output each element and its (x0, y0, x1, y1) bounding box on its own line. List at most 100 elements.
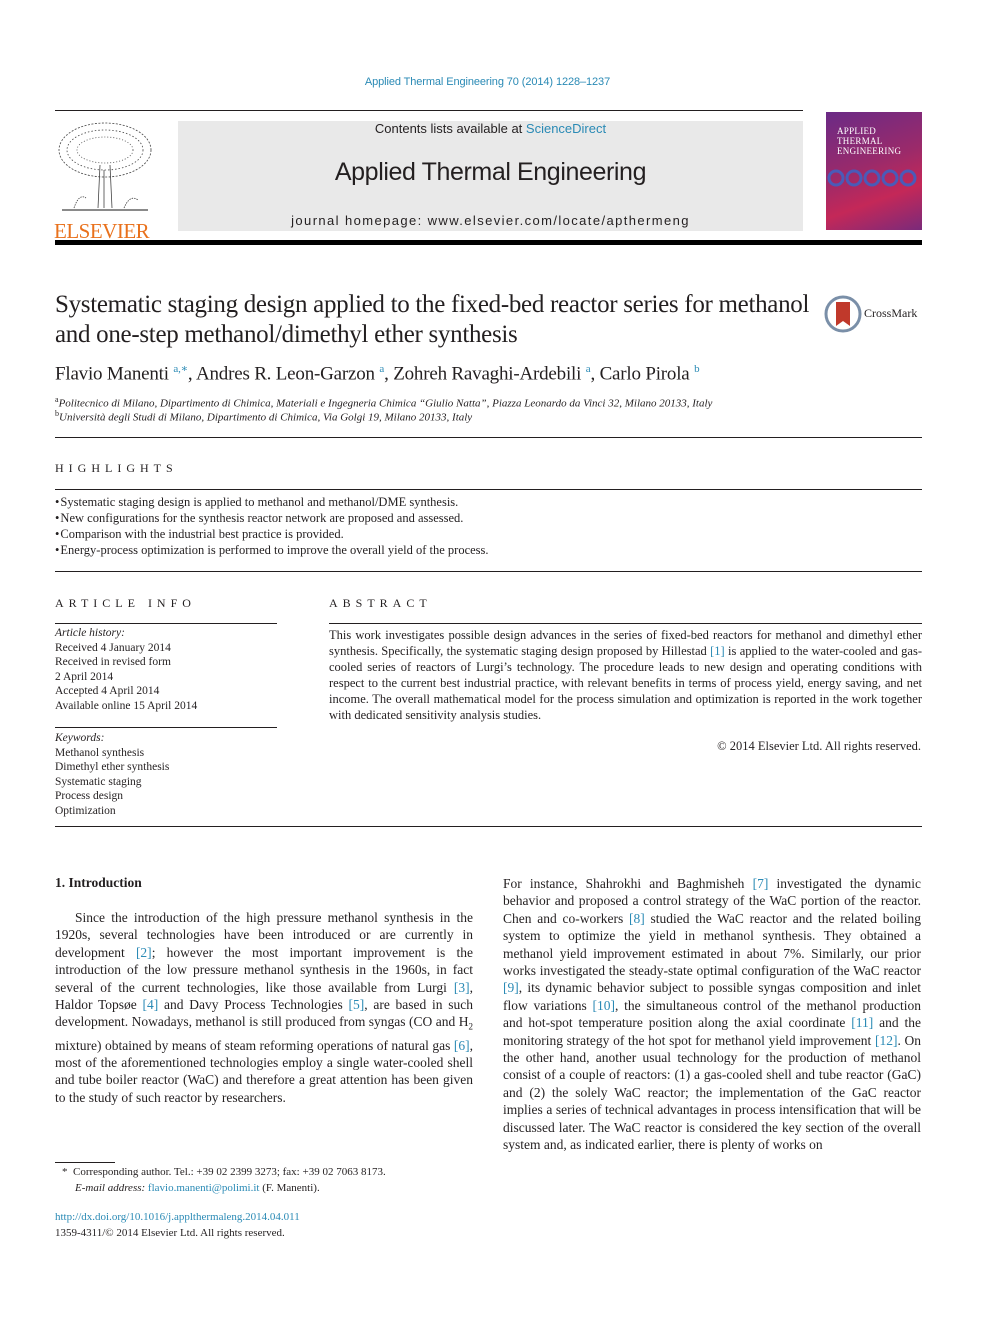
journal-cover[interactable]: APPLIED THERMAL ENGINEERING (826, 112, 922, 230)
affiliation-text: Università degli Studi di Milano, Dipart… (59, 411, 473, 424)
email-line: E-mail address: flavio.manenti@polimi.it… (62, 1181, 386, 1197)
doi-block: http://dx.doi.org/10.1016/j.applthermale… (55, 1210, 300, 1241)
divider (55, 727, 277, 728)
highlight-text: New configurations for the synthesis rea… (60, 511, 464, 525)
article-history: Article history: Received 4 January 2014… (55, 626, 197, 713)
divider (55, 571, 922, 572)
corresponding-author-note: * Corresponding author. Tel.: +39 02 239… (62, 1165, 386, 1181)
crossmark-label: CrossMark (864, 306, 918, 320)
article-info-heading: ARTICLE INFO (55, 596, 196, 610)
divider (329, 623, 922, 624)
history-label: Article history: (55, 627, 125, 639)
highlights-list: • Systematic staging design is applied t… (55, 494, 489, 558)
author-list: Flavio Manenti a,∗, Andres R. Leon-Garzo… (55, 363, 700, 385)
crossmark-badge[interactable]: CrossMark (824, 294, 924, 336)
sciencedirect-link[interactable]: ScienceDirect (526, 121, 606, 136)
cover-chain-graphic (827, 169, 917, 187)
author-affiliation-mark[interactable]: a (379, 363, 384, 375)
crossmark-icon (824, 295, 862, 333)
divider (55, 826, 922, 827)
email-label: E-mail address: (75, 1181, 146, 1194)
citation-link[interactable]: [7] (753, 876, 769, 891)
history-entry: Received in revised form (55, 656, 171, 668)
abstract-heading: ABSTRACT (329, 596, 432, 610)
cover-title-line: ENGINEERING (837, 146, 902, 156)
citation-link[interactable]: [3] (454, 980, 470, 995)
text-segment: mixture) obtained by means of steam refo… (55, 1037, 454, 1053)
journal-homepage[interactable]: journal homepage: www.elsevier.com/locat… (178, 213, 803, 228)
cover-title-line: THERMAL (837, 136, 883, 146)
journal-reference[interactable]: Applied Thermal Engineering 70 (2014) 12… (0, 76, 975, 88)
affiliation-text: Politecnico di Milano, Dipartimento di C… (58, 397, 713, 410)
section-heading: 1. Introduction (55, 875, 142, 890)
contents-prefix: Contents lists available at (374, 121, 526, 136)
tree-icon (58, 122, 152, 211)
body-column-left: Since the introduction of the high press… (55, 909, 473, 1106)
author[interactable]: Zohreh Ravaghi-Ardebili (393, 363, 581, 384)
author-affiliation-mark[interactable]: a (586, 363, 591, 375)
highlight-item: • New configurations for the synthesis r… (55, 511, 464, 525)
author[interactable]: Carlo Pirola (600, 363, 690, 384)
text-segment: . On the other hand, another usual techn… (503, 1032, 922, 1153)
affiliation: bUniversità degli Studi di Milano, Dipar… (55, 409, 472, 424)
author-affiliation-mark[interactable]: a,∗ (173, 363, 188, 375)
history-entry: Available online 15 April 2014 (55, 699, 198, 712)
doi-link[interactable]: http://dx.doi.org/10.1016/j.applthermale… (55, 1210, 300, 1226)
email-suffix: (F. Manenti). (259, 1181, 320, 1194)
highlight-text: Systematic staging design is applied to … (60, 495, 459, 509)
citation-link[interactable]: [9] (503, 980, 519, 995)
highlight-item: • Comparison with the industrial best pr… (55, 527, 344, 541)
text-segment: and Davy Process Technologies (158, 997, 349, 1013)
article-title: Systematic staging design applied to the… (55, 291, 810, 348)
highlight-item: • Systematic staging design is applied t… (55, 495, 459, 509)
cover-title: APPLIED THERMAL ENGINEERING (837, 126, 901, 156)
author[interactable]: Andres R. Leon-Garzon (196, 363, 375, 384)
text-segment: For instance, Shahrokhi and Baghmisheh (503, 876, 753, 891)
elsevier-wordmark: ELSEVIER (54, 219, 150, 243)
author[interactable]: Flavio Manenti (55, 363, 169, 384)
email-link[interactable]: flavio.manenti@polimi.it (148, 1182, 260, 1194)
highlight-text: Comparison with the industrial best prac… (60, 527, 344, 541)
citation-link[interactable]: [12] (875, 1033, 898, 1048)
issn-copyright: 1359-4311/© 2014 Elsevier Ltd. All right… (55, 1226, 285, 1239)
history-entry: Accepted 4 April 2014 (55, 685, 160, 697)
highlight-text: Energy-process optimization is performed… (60, 543, 489, 557)
citation-link[interactable]: [11] (851, 1015, 873, 1030)
keyword: Optimization (55, 804, 116, 817)
header-divider (55, 240, 922, 245)
footnote-text: Corresponding author. Tel.: +39 02 2399 … (73, 1166, 386, 1178)
keywords-label: Keywords: (55, 732, 105, 744)
abstract-text: This work investigates possible design a… (329, 627, 922, 723)
citation-link[interactable]: [2] (136, 945, 152, 960)
footnote-divider (55, 1162, 115, 1163)
body-column-right: For instance, Shahrokhi and Baghmisheh [… (503, 875, 921, 1154)
divider (55, 110, 803, 111)
highlight-item: • Energy-process optimization is perform… (55, 543, 489, 557)
citation-link[interactable]: [10] (592, 998, 615, 1013)
paragraph: Since the introduction of the high press… (55, 909, 473, 1106)
citation-link[interactable]: [4] (143, 997, 159, 1012)
citation-link[interactable]: [6] (454, 1038, 470, 1053)
journal-name: Applied Thermal Engineering (334, 158, 647, 186)
keyword: Process design (55, 790, 124, 802)
citation-link[interactable]: [5] (348, 997, 364, 1012)
citation-link[interactable]: [8] (629, 911, 645, 926)
keyword: Methanol synthesis (55, 746, 145, 759)
author-affiliation-mark[interactable]: b (694, 363, 700, 375)
keyword: Dimethyl ether synthesis (55, 761, 170, 773)
keyword: Systematic staging (55, 775, 142, 788)
divider (55, 623, 277, 624)
contents-line: Contents lists available at ScienceDirec… (178, 121, 803, 136)
history-entry: 2 April 2014 (55, 670, 114, 683)
paragraph: For instance, Shahrokhi and Baghmisheh [… (503, 875, 921, 1154)
citation-link[interactable]: [1] (710, 644, 725, 658)
history-entry: Received 4 January 2014 (55, 641, 171, 654)
highlights-heading: HIGHLIGHTS (55, 461, 178, 475)
keywords: Keywords: Methanol synthesis Dimethyl et… (55, 731, 169, 818)
affiliation: aPolitecnico di Milano, Dipartimento di … (55, 395, 712, 410)
footnote: * Corresponding author. Tel.: +39 02 239… (62, 1165, 386, 1196)
cover-title-line: APPLIED (837, 126, 877, 136)
subscript: 2 (468, 1022, 474, 1033)
elsevier-logo[interactable]: ELSEVIER (54, 120, 156, 242)
footnote-marker: * (62, 1166, 68, 1178)
